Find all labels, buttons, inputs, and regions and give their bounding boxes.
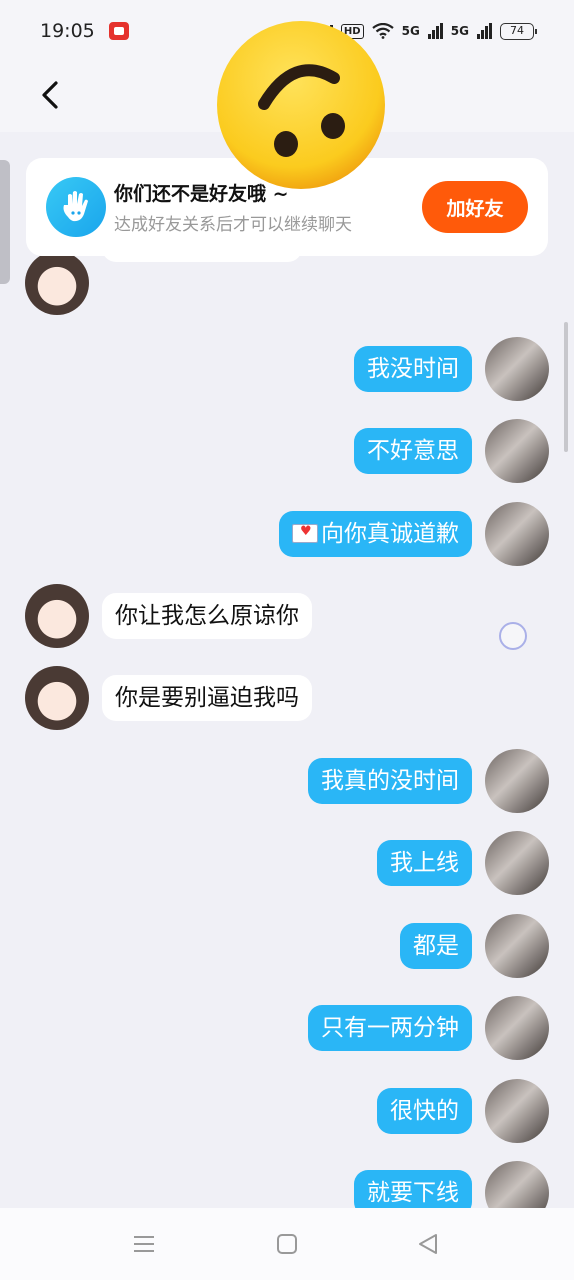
message-row: 我上线 <box>0 830 574 896</box>
message-bubble-sent[interactable]: 我上线 <box>377 840 472 886</box>
my-avatar[interactable] <box>485 1079 549 1143</box>
message-row: 你让我怎么原谅你 <box>0 583 574 649</box>
home-square-icon[interactable] <box>275 1232 299 1256</box>
message-row: 很快的 <box>0 1078 574 1144</box>
back-triangle-icon[interactable] <box>416 1232 440 1256</box>
my-avatar[interactable] <box>485 831 549 895</box>
message-bubble-sent[interactable]: 只有一两分钟 <box>308 1005 472 1051</box>
my-avatar[interactable] <box>485 502 549 566</box>
message-row: 向你真诚道歉 <box>0 501 574 567</box>
message-bubble-sent[interactable]: 我真的没时间 <box>308 758 472 804</box>
my-avatar[interactable] <box>485 996 549 1060</box>
signal-icon-2 <box>477 23 492 39</box>
my-avatar[interactable] <box>485 1161 549 1208</box>
my-avatar[interactable] <box>485 337 549 401</box>
message-row: 我没时间 <box>0 336 574 402</box>
message-row: 你是要别逼迫我吗 <box>0 665 574 731</box>
chevron-left-icon <box>42 81 58 109</box>
banner-subtitle: 达成好友关系后才可以继续聊天 <box>114 215 352 235</box>
edge-pull-tab[interactable] <box>0 160 10 284</box>
message-bubble-sent[interactable]: 很快的 <box>377 1088 472 1134</box>
message-bubble-sent[interactable]: 都是 <box>400 923 472 969</box>
system-navigation-bar <box>0 1208 574 1280</box>
my-avatar[interactable] <box>485 419 549 483</box>
message-bubble-sent[interactable]: 就要下线 <box>354 1170 472 1208</box>
message-row <box>0 256 574 316</box>
message-row: 都是 <box>0 913 574 979</box>
screen-record-icon <box>108 22 129 40</box>
contact-avatar[interactable] <box>25 666 89 730</box>
message-row: 我真的没时间 <box>0 748 574 814</box>
waving-hand-icon <box>46 177 106 237</box>
menu-icon[interactable] <box>132 1232 156 1256</box>
scrollbar[interactable] <box>564 322 568 452</box>
my-avatar[interactable] <box>485 914 549 978</box>
message-row: 不好意思 <box>0 418 574 484</box>
contact-avatar[interactable] <box>25 584 89 648</box>
upside-down-face-emoji-icon <box>212 20 390 190</box>
add-friend-button[interactable]: 加好友 <box>422 181 528 233</box>
network-5g-label-2: 5G <box>450 24 469 38</box>
message-bubble-received[interactable]: 你让我怎么原谅你 <box>102 593 312 639</box>
message-row: 只有一两分钟 <box>0 995 574 1061</box>
message-bubble-received[interactable] <box>102 256 302 262</box>
battery-icon: 74 <box>500 22 537 40</box>
message-bubble-sent[interactable]: 不好意思 <box>354 428 472 474</box>
back-button[interactable] <box>34 78 68 112</box>
my-avatar[interactable] <box>485 749 549 813</box>
envelope-heart-icon <box>292 519 318 545</box>
signal-icon-1 <box>427 23 443 39</box>
network-5g-label: 5G <box>401 24 420 38</box>
message-bubble-sent[interactable]: 向你真诚道歉 <box>279 511 472 557</box>
contact-avatar[interactable] <box>25 256 89 315</box>
message-bubble-sent[interactable]: 我没时间 <box>354 346 472 392</box>
chat-message-list[interactable]: 我没时间 不好意思 向你真诚道歉 你让我怎么原谅你 你是要别逼迫我吗 我真的没时… <box>0 256 574 1208</box>
touch-indicator <box>499 622 527 650</box>
status-time: 19:05 <box>40 20 95 42</box>
message-row: 就要下线 <box>0 1160 574 1208</box>
message-text: 向你真诚道歉 <box>321 521 459 547</box>
message-bubble-received[interactable]: 你是要别逼迫我吗 <box>102 675 312 721</box>
